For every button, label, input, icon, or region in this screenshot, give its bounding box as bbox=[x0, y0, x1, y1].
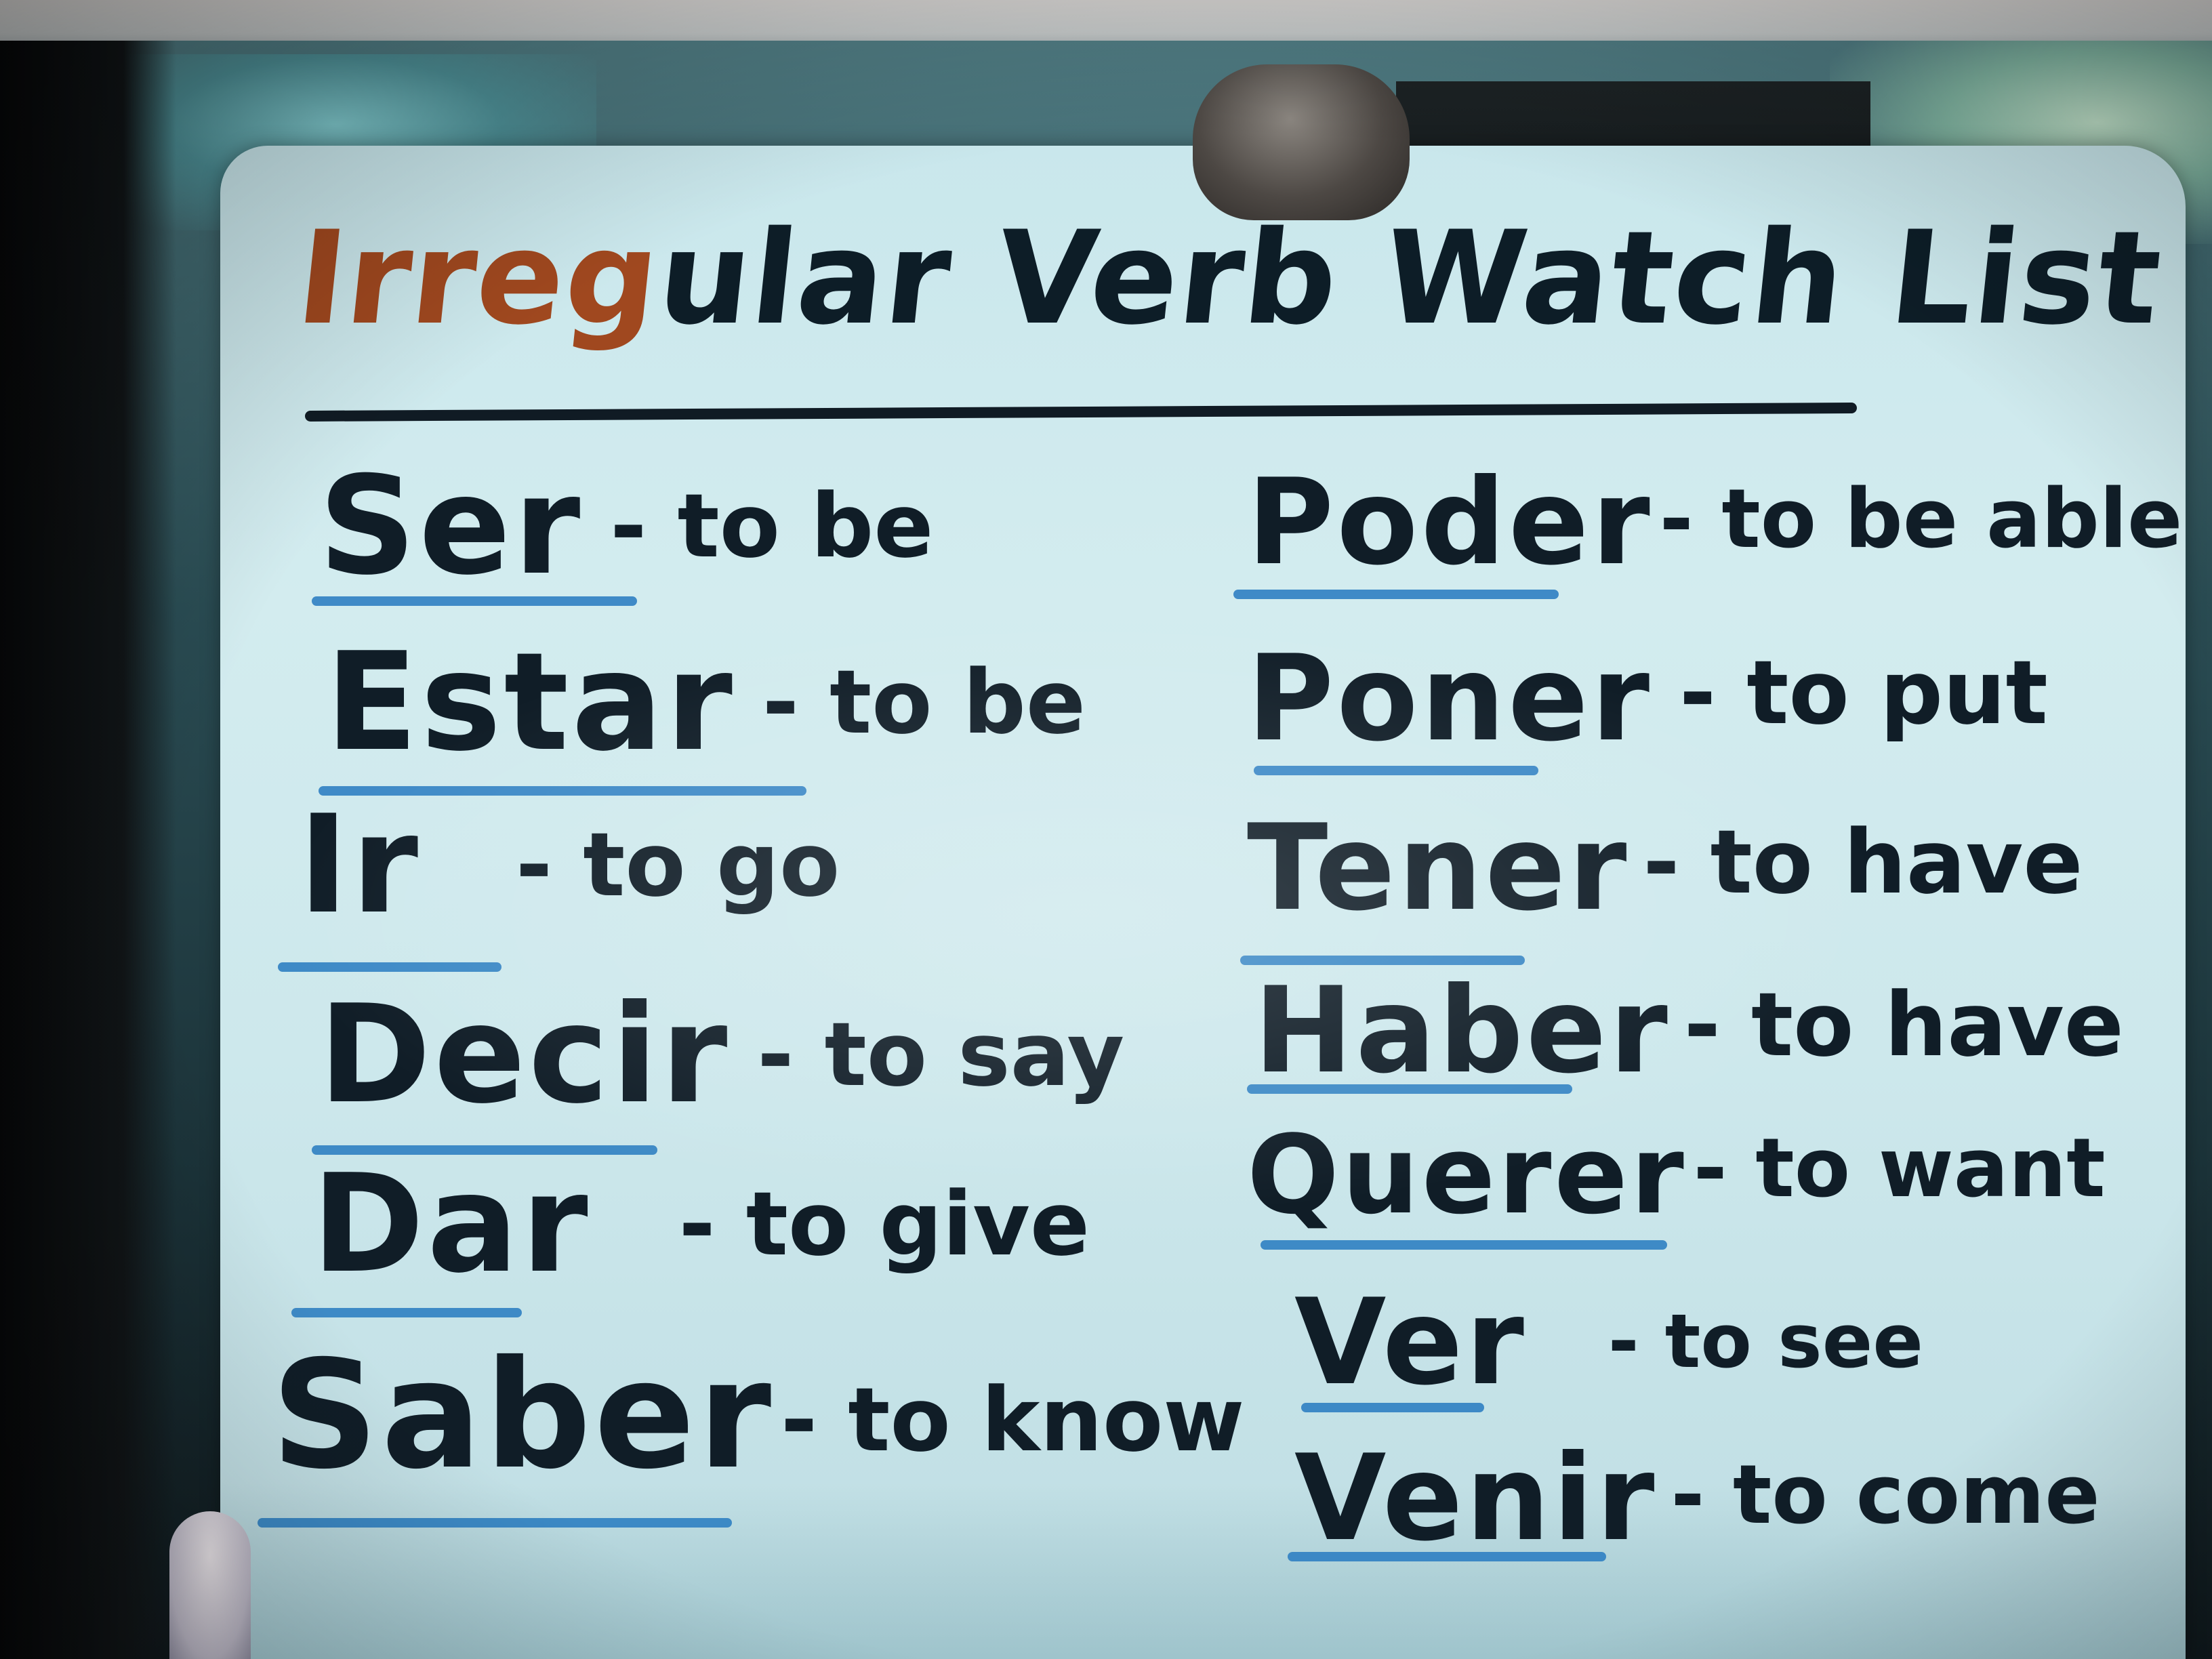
verb-meaning: - to know bbox=[781, 1368, 1245, 1471]
verb-meaning: - to be bbox=[762, 651, 1086, 754]
verb-word: Ver bbox=[1294, 1274, 1527, 1412]
verb-meaning: - to be able bbox=[1659, 472, 2183, 567]
verb-meaning: - to see bbox=[1607, 1298, 1923, 1385]
verb-meaning: - to give bbox=[678, 1172, 1090, 1275]
board-title: Irregular Verb Watch List bbox=[290, 203, 2169, 353]
verb-entry-saber: Saber- to know bbox=[271, 1328, 1244, 1502]
board-magnet bbox=[1193, 64, 1410, 220]
verb-word: Haber bbox=[1254, 962, 1671, 1100]
verb-entry-dar: Dar - to give bbox=[312, 1145, 1090, 1303]
underline bbox=[1288, 1552, 1606, 1561]
verb-entry-ver: Ver - to see bbox=[1294, 1274, 1923, 1412]
verb-entry-ir: Ir - to go bbox=[298, 786, 840, 944]
underline bbox=[291, 1308, 522, 1317]
verb-meaning: - to go bbox=[516, 813, 840, 916]
verb-entry-tener: Tener - to have bbox=[1247, 800, 2083, 937]
verb-word: Tener bbox=[1247, 800, 1630, 937]
title-rest: ular Verb Watch List bbox=[651, 203, 2169, 353]
verb-word: Dar bbox=[312, 1145, 591, 1303]
verb-word: Poder bbox=[1247, 454, 1653, 592]
verb-entry-estar: Estar - to be bbox=[325, 623, 1086, 781]
underline bbox=[1261, 1240, 1667, 1250]
verb-word: Venir bbox=[1294, 1430, 1658, 1568]
underline bbox=[258, 1518, 732, 1528]
underline bbox=[312, 596, 637, 606]
verb-word: Saber bbox=[271, 1328, 775, 1502]
verb-word: Poner bbox=[1247, 630, 1653, 768]
fingertip bbox=[169, 1511, 251, 1659]
verb-entry-venir: Venir - to come bbox=[1294, 1430, 2100, 1568]
verb-meaning: - to come bbox=[1671, 1448, 2100, 1542]
monitor-bezel bbox=[0, 41, 176, 1659]
title-highlight: Irreg bbox=[290, 203, 668, 353]
verb-entry-haber: Haber - to have bbox=[1254, 962, 2124, 1100]
verb-meaning: - to put bbox=[1679, 641, 2048, 744]
verb-word: Ser bbox=[319, 447, 583, 605]
underline bbox=[1254, 766, 1538, 775]
underline bbox=[1233, 590, 1559, 599]
verb-meaning: - to have bbox=[1643, 811, 2083, 914]
verb-word: Estar bbox=[325, 623, 735, 781]
verb-word: Ir bbox=[298, 786, 422, 944]
verb-entry-ser: Ser - to be bbox=[319, 447, 933, 605]
verb-word: Decir bbox=[319, 976, 731, 1134]
verb-entry-poder: Poder- to be able bbox=[1247, 454, 2182, 592]
underline bbox=[1301, 1403, 1484, 1412]
verb-meaning: - to want bbox=[1693, 1122, 2106, 1216]
verb-meaning: - to be bbox=[610, 474, 934, 577]
verb-entry-decir: Decir - to say bbox=[319, 976, 1124, 1134]
verb-entry-poner: Poner - to put bbox=[1247, 630, 2048, 768]
verb-meaning: - to say bbox=[757, 1003, 1125, 1106]
photo-of-monitor: Irregular Verb Watch List Ser - to be Est… bbox=[0, 0, 2212, 1659]
verb-word: Querer bbox=[1247, 1111, 1687, 1238]
underline bbox=[278, 962, 501, 972]
verb-entry-querer: Querer- to want bbox=[1247, 1111, 2106, 1238]
underline bbox=[1247, 1084, 1572, 1094]
verb-meaning: - to have bbox=[1683, 973, 2124, 1076]
